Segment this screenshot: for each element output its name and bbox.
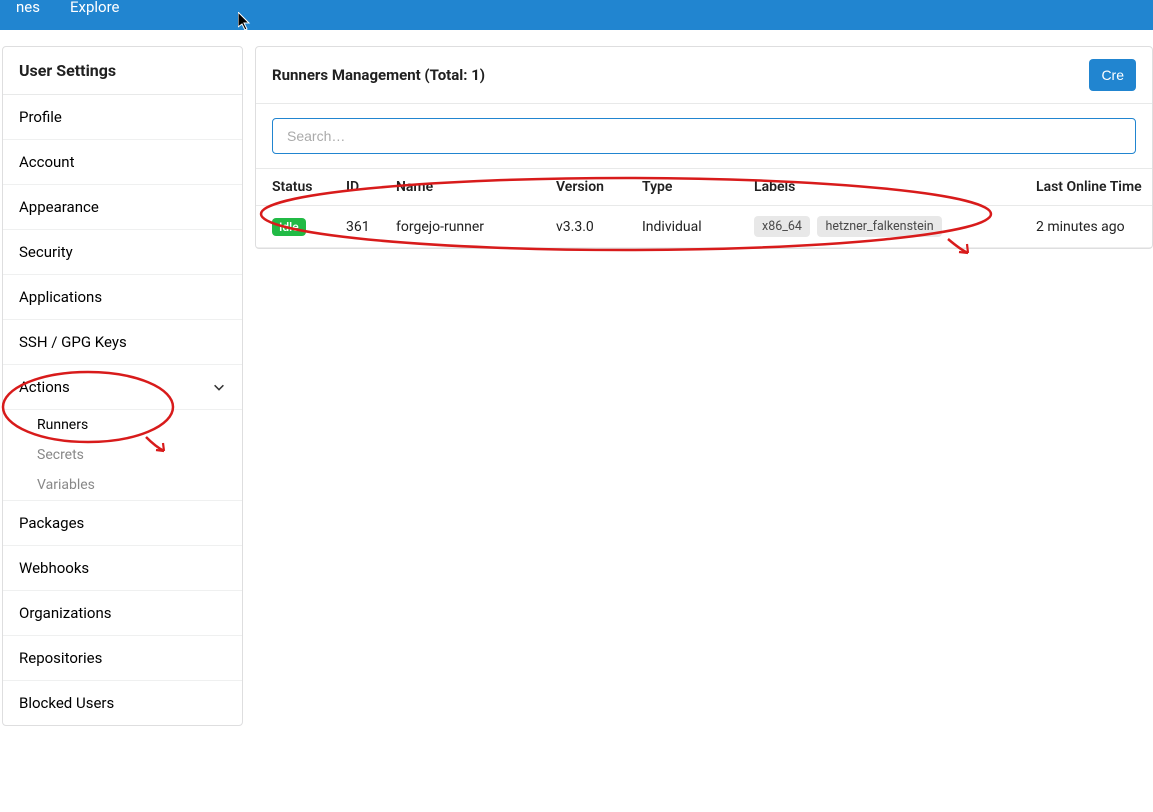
sidebar-item-label: SSH / GPG Keys bbox=[19, 333, 127, 351]
sidebar-item-webhooks[interactable]: Webhooks bbox=[3, 546, 242, 591]
sidebar-item-applications[interactable]: Applications bbox=[3, 275, 242, 320]
cell-name: forgejo-runner bbox=[388, 206, 548, 248]
status-badge: Idle bbox=[272, 218, 306, 236]
sidebar-item-label: Packages bbox=[19, 514, 84, 532]
runners-table: Status ID Name Version Type Labels Last … bbox=[256, 168, 1152, 248]
sidebar-item-label: Webhooks bbox=[19, 559, 89, 577]
col-version[interactable]: Version bbox=[548, 169, 634, 206]
nav-link-explore[interactable]: Explore bbox=[70, 0, 120, 14]
create-runner-button[interactable]: Cre bbox=[1089, 59, 1136, 91]
table-row[interactable]: Idle 361 forgejo-runner v3.3.0 Individua… bbox=[256, 206, 1152, 248]
sidebar-actions-subitems: Runners Secrets Variables bbox=[3, 410, 242, 501]
chevron-down-icon bbox=[212, 380, 226, 394]
col-last-online[interactable]: Last Online Time bbox=[1028, 169, 1152, 206]
cell-labels: x86_64 hetzner_falkenstein bbox=[746, 206, 1028, 248]
label-tag: hetzner_falkenstein bbox=[817, 216, 941, 237]
sidebar-header: User Settings bbox=[3, 47, 242, 95]
col-labels[interactable]: Labels bbox=[746, 169, 1028, 206]
col-type[interactable]: Type bbox=[634, 169, 746, 206]
sidebar-item-packages[interactable]: Packages bbox=[3, 501, 242, 546]
panel-header: Runners Management (Total: 1) Cre bbox=[256, 47, 1152, 104]
sidebar-item-actions[interactable]: Actions bbox=[3, 365, 242, 410]
sidebar-item-account[interactable]: Account bbox=[3, 140, 242, 185]
sidebar-subitem-secrets[interactable]: Secrets bbox=[3, 440, 242, 470]
sidebar-item-organizations[interactable]: Organizations bbox=[3, 591, 242, 636]
cell-last-online: 2 minutes ago bbox=[1028, 206, 1152, 248]
main-content: Runners Management (Total: 1) Cre Status… bbox=[255, 46, 1153, 726]
nav-link-nes[interactable]: nes bbox=[16, 0, 40, 14]
col-name[interactable]: Name bbox=[388, 169, 548, 206]
sidebar-item-label: Repositories bbox=[19, 649, 102, 667]
page-title: Runners Management (Total: 1) bbox=[272, 66, 485, 84]
sidebar-item-security[interactable]: Security bbox=[3, 230, 242, 275]
sidebar-item-label: Security bbox=[19, 243, 73, 261]
cell-type: Individual bbox=[634, 206, 746, 248]
sidebar-item-label: Applications bbox=[19, 288, 102, 306]
sidebar-item-label: Appearance bbox=[19, 198, 99, 216]
top-nav: nes Explore bbox=[0, 0, 1153, 30]
sidebar-item-label: Blocked Users bbox=[19, 694, 114, 712]
sidebar-item-blocked-users[interactable]: Blocked Users bbox=[3, 681, 242, 725]
sidebar-item-appearance[interactable]: Appearance bbox=[3, 185, 242, 230]
search-input[interactable] bbox=[272, 118, 1136, 154]
cell-version: v3.3.0 bbox=[548, 206, 634, 248]
sidebar-item-repositories[interactable]: Repositories bbox=[3, 636, 242, 681]
sidebar-item-sshgpg[interactable]: SSH / GPG Keys bbox=[3, 320, 242, 365]
sidebar: User Settings Profile Account Appearance… bbox=[2, 46, 243, 726]
col-status[interactable]: Status bbox=[256, 169, 338, 206]
sidebar-item-profile[interactable]: Profile bbox=[3, 95, 242, 140]
sidebar-item-label: Actions bbox=[19, 378, 70, 396]
sidebar-item-label: Account bbox=[19, 153, 75, 171]
sidebar-item-label: Organizations bbox=[19, 604, 112, 622]
label-tag: x86_64 bbox=[754, 216, 810, 237]
search-wrap bbox=[256, 104, 1152, 168]
runners-panel: Runners Management (Total: 1) Cre Status… bbox=[255, 46, 1153, 249]
col-id[interactable]: ID bbox=[338, 169, 388, 206]
sidebar-subitem-runners[interactable]: Runners bbox=[3, 410, 242, 440]
sidebar-subitem-variables[interactable]: Variables bbox=[3, 470, 242, 500]
sidebar-item-label: Profile bbox=[19, 108, 62, 126]
cell-id: 361 bbox=[338, 206, 388, 248]
